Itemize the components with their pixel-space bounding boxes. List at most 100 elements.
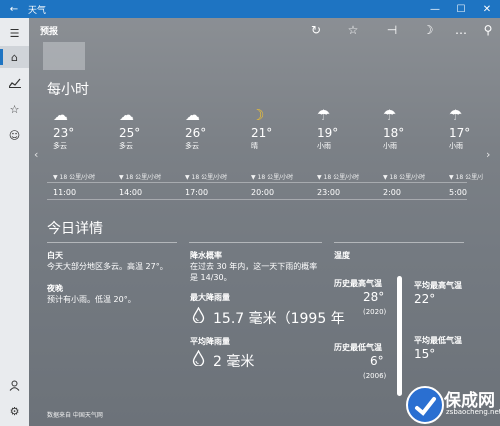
column-divider — [334, 242, 464, 243]
page-title: 预报 — [40, 27, 59, 37]
refresh-icon[interactable]: ↻ — [308, 23, 324, 37]
hour-time: 20:00 — [251, 188, 275, 197]
night-label: 夜晚 — [47, 284, 63, 293]
details-title: 今日详情 — [47, 221, 103, 237]
back-icon[interactable]: ← — [0, 4, 28, 15]
toolbar: 预报 ↻ ☆ ⊣ ☽ … ⚲ — [29, 18, 500, 44]
hour-temp: 17° — [449, 126, 471, 140]
hour-column: ☂ 17° 小雨 ▼ 18 公里/小时 5:00 — [449, 106, 483, 197]
raindrop-icon — [192, 307, 205, 323]
hour-wind: ▼ 18 公里/小时 — [119, 174, 162, 181]
rain-cloud-icon: ☂ — [383, 106, 397, 124]
rain-prob-text: 在过去 30 年内，这一天下雨的概率 — [190, 262, 318, 271]
rain-prob-text-2: 是 14/30。 — [190, 273, 232, 282]
watermark-url: zsbaocheng.net — [446, 408, 500, 416]
hour-wind: ▼ 18 公里/小时 — [449, 174, 483, 181]
hour-wind: ▼ 18 公里/小时 — [185, 174, 228, 181]
hist-high-year: (2020) — [363, 308, 387, 316]
hour-condition: 多云 — [53, 142, 67, 150]
hour-condition: 小雨 — [317, 142, 331, 150]
hour-temp: 18° — [383, 126, 405, 140]
day-label: 白天 — [47, 251, 63, 260]
avg-high-label: 平均最高气温 — [414, 281, 462, 290]
avg-low-value: 15° — [414, 347, 436, 361]
hist-low-value: 6° — [370, 354, 384, 368]
hist-low-label: 历史最低气温 — [334, 343, 382, 352]
column-divider — [47, 242, 177, 243]
hour-temp: 26° — [185, 126, 207, 140]
avg-rain-value: 2 毫米 — [213, 354, 255, 370]
hour-wind: ▼ 18 公里/小时 — [383, 174, 426, 181]
hour-column: ☂ 19° 小雨 ▼ 18 公里/小时 23:00 — [317, 106, 359, 197]
hour-column: ☁ 25° 多云 ▼ 18 公里/小时 14:00 — [119, 106, 161, 197]
night-text: 预计有小雨。低温 20°。 — [47, 295, 136, 304]
window-title: 天气 — [28, 5, 47, 16]
hour-column: ☂ 18° 小雨 ▼ 18 公里/小时 2:00 — [383, 106, 425, 197]
nav-rail: ☰ ⌂ ☆ ☺ ⚙ — [0, 18, 29, 426]
avg-low-label: 平均最低气温 — [414, 336, 462, 345]
hist-low-year: (2006) — [363, 372, 387, 380]
cloud-icon: ☁ — [53, 106, 68, 124]
hour-time: 11:00 — [53, 188, 77, 197]
hour-condition: 多云 — [185, 142, 199, 150]
column-divider — [189, 242, 322, 243]
avg-rain-label: 平均降雨量 — [190, 337, 230, 346]
home-icon[interactable]: ⌂ — [0, 46, 29, 68]
hour-condition: 小雨 — [383, 142, 397, 150]
day-text: 今天大部分地区多云。高温 27°。 — [47, 262, 168, 271]
cloud-icon: ☁ — [185, 106, 200, 124]
hour-temp: 23° — [53, 126, 75, 140]
hour-time: 17:00 — [185, 188, 209, 197]
hourly-prev-arrow[interactable]: ‹ — [34, 148, 38, 161]
favorites-icon[interactable]: ☆ — [0, 98, 29, 120]
chart-icon[interactable] — [0, 72, 29, 94]
hour-column: ☽ 21° 晴 ▼ 18 公里/小时 20:00 — [251, 106, 293, 197]
hour-time: 5:00 — [449, 188, 467, 197]
hist-high-label: 历史最高气温 — [334, 279, 382, 288]
max-rain-value: 15.7 毫米（1995 年 — [213, 311, 345, 327]
favorite-star-icon[interactable]: ☆ — [345, 23, 361, 37]
hour-wind: ▼ 18 公里/小时 — [251, 174, 294, 181]
rain-prob-label: 降水概率 — [190, 251, 222, 260]
hour-wind: ▼ 18 公里/小时 — [317, 174, 360, 181]
close-button[interactable]: ✕ — [474, 4, 500, 15]
pin-icon[interactable]: ⊣ — [384, 23, 400, 37]
search-icon[interactable]: ⚲ — [480, 23, 496, 37]
title-bar: ← 天气 — ☐ ✕ — [0, 0, 500, 18]
settings-icon[interactable]: ⚙ — [0, 400, 29, 422]
hour-condition: 晴 — [251, 142, 258, 150]
avg-high-value: 22° — [414, 292, 436, 306]
person-icon[interactable] — [0, 374, 29, 396]
more-icon[interactable]: … — [453, 23, 469, 37]
data-source: 数据来自 中国天气网 — [47, 412, 103, 419]
moon-icon[interactable]: ☽ — [420, 23, 436, 37]
hour-temp: 19° — [317, 126, 339, 140]
hourly-next-arrow[interactable]: › — [486, 148, 490, 161]
temp-label: 温度 — [334, 251, 350, 260]
hour-time: 2:00 — [383, 188, 401, 197]
hist-high-value: 28° — [363, 290, 385, 304]
faded-forecast-card — [43, 42, 85, 70]
cloud-icon: ☁ — [119, 106, 134, 124]
maximize-button[interactable]: ☐ — [448, 4, 474, 15]
raindrop-icon — [192, 350, 205, 366]
watermark-logo: 保成网 zsbaocheng.net — [406, 382, 500, 426]
hour-time: 23:00 — [317, 188, 341, 197]
hour-wind: ▼ 18 公里/小时 — [53, 174, 96, 181]
hour-time: 14:00 — [119, 188, 143, 197]
hour-condition: 多云 — [119, 142, 133, 150]
hour-temp: 25° — [119, 126, 141, 140]
hour-condition: 小雨 — [449, 142, 463, 150]
hourly-title: 每小时 — [47, 82, 89, 98]
hour-column: ☁ 23° 多云 ▼ 18 公里/小时 11:00 — [53, 106, 95, 197]
menu-icon[interactable]: ☰ — [0, 22, 29, 44]
moon-icon: ☽ — [251, 106, 265, 124]
hour-column: ☁ 26° 多云 ▼ 18 公里/小时 17:00 — [185, 106, 227, 197]
rain-cloud-icon: ☂ — [449, 106, 463, 124]
hourly-separator — [47, 182, 467, 183]
watermark-badge — [406, 386, 444, 424]
hour-temp: 21° — [251, 126, 273, 140]
smiley-icon[interactable]: ☺ — [0, 124, 29, 146]
rain-cloud-icon: ☂ — [317, 106, 331, 124]
minimize-button[interactable]: — — [422, 4, 448, 15]
